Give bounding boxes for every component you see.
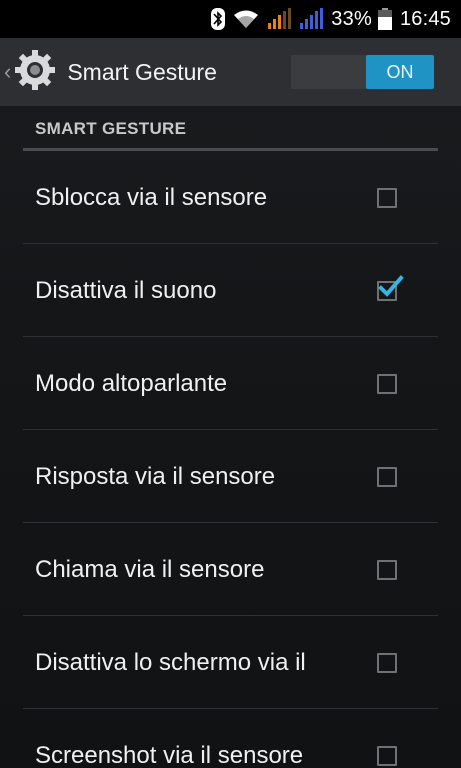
pref-label: Modo altoparlante xyxy=(35,370,228,397)
pref-checkbox[interactable] xyxy=(377,374,397,394)
pref-checkbox[interactable] xyxy=(377,653,397,673)
pref-row-answer[interactable]: Risposta via il sensore xyxy=(0,430,461,523)
pref-checkbox[interactable] xyxy=(377,560,397,580)
gear-icon xyxy=(13,48,57,97)
checkmark-icon xyxy=(378,275,404,297)
pref-checkbox[interactable] xyxy=(377,746,397,766)
wifi-icon xyxy=(233,9,259,29)
bluetooth-icon xyxy=(211,8,226,30)
pref-row-unlock[interactable]: Sblocca via il sensore xyxy=(0,151,461,244)
battery-percent: 33% xyxy=(331,7,372,30)
pref-label: Disattiva lo schermo via il xyxy=(35,649,306,676)
pref-label: Sblocca via il sensore xyxy=(35,184,268,211)
pref-row-screenshot[interactable]: Screenshot via il sensore xyxy=(0,709,461,768)
section-header: SMART GESTURE xyxy=(35,119,187,138)
pref-label: Risposta via il sensore xyxy=(35,463,276,490)
pref-checkbox-checked[interactable] xyxy=(377,275,404,301)
page-title: Smart Gesture xyxy=(67,58,217,85)
pref-checkbox[interactable] xyxy=(377,467,397,487)
pref-row-call[interactable]: Chiama via il sensore xyxy=(0,523,461,616)
pref-label: Screenshot via il sensore xyxy=(35,742,304,768)
back-chevron-icon: ‹ xyxy=(4,59,12,84)
pref-row-screen-off[interactable]: Disattiva lo schermo via il xyxy=(0,616,461,709)
pref-label: Chiama via il sensore xyxy=(35,556,265,583)
switch-thumb: ON xyxy=(366,55,434,89)
switch-track xyxy=(291,55,366,89)
pref-row-mute[interactable]: Disattiva il suono xyxy=(0,244,461,337)
settings-screen: 33% 16:45 ‹ Smart Gesture ON SMART GESTU… xyxy=(0,0,461,768)
preference-list: Sblocca via il sensore Disattiva il suon… xyxy=(0,151,461,768)
signal-orange-icon xyxy=(267,8,292,30)
pref-row-speaker[interactable]: Modo altoparlante xyxy=(0,337,461,430)
up-button[interactable]: ‹ xyxy=(0,38,57,106)
battery-icon xyxy=(377,8,392,30)
status-bar: 33% 16:45 xyxy=(0,0,461,38)
master-switch[interactable]: ON xyxy=(291,55,434,89)
pref-label: Disattiva il suono xyxy=(35,277,217,304)
pref-checkbox[interactable] xyxy=(377,188,397,208)
action-bar: ‹ Smart Gesture ON xyxy=(0,38,461,106)
signal-blue-icon xyxy=(299,8,324,30)
clock: 16:45 xyxy=(399,7,451,30)
